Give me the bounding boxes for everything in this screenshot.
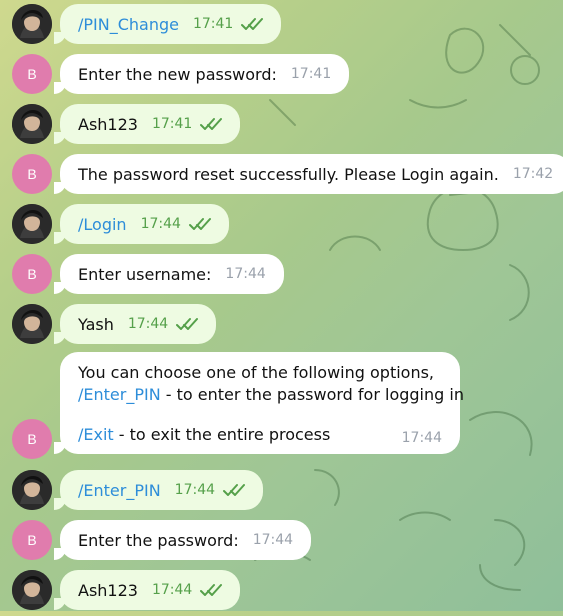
message-time: 17:44 bbox=[151, 582, 193, 598]
message-bubble: Yash 17:44 bbox=[53, 304, 217, 344]
message-meta: 17:44 bbox=[127, 316, 199, 332]
message-time: 17:44 bbox=[225, 266, 266, 282]
user-avatar-image bbox=[12, 304, 52, 344]
user-avatar-image bbox=[12, 570, 52, 610]
message-meta: 17:44 bbox=[253, 532, 293, 548]
bot-avatar[interactable]: B bbox=[12, 54, 52, 94]
message-time: 17:44 bbox=[127, 316, 169, 332]
double-check-icon bbox=[200, 118, 223, 130]
bot-avatar-letter: B bbox=[27, 66, 37, 82]
message-meta: 17:44 bbox=[174, 482, 246, 498]
message-option-line: /Enter_PIN - to enter the password for l… bbox=[78, 384, 464, 406]
message-text: Enter the new password: bbox=[78, 64, 277, 84]
double-check-icon bbox=[241, 18, 264, 30]
message-text: You can choose one of the following opti… bbox=[78, 363, 435, 382]
message-time: 17:44 bbox=[252, 532, 294, 548]
message-text: Enter username: bbox=[78, 264, 212, 284]
double-check-icon bbox=[200, 584, 223, 596]
message-bubble: You can choose one of the following opti… bbox=[54, 352, 464, 454]
bot-avatar[interactable]: B bbox=[12, 154, 52, 194]
chat-history: /PIN_Change 17:41 B Enter the new passwo… bbox=[0, 0, 563, 611]
message-text: Yash bbox=[78, 314, 114, 334]
message-time: 17:41 bbox=[151, 116, 193, 132]
message-meta: 17:44 bbox=[402, 430, 442, 446]
message-bubble: /Enter_PIN 17:44 bbox=[53, 470, 264, 510]
double-check-icon bbox=[223, 484, 246, 496]
message-time: 17:42 bbox=[512, 166, 554, 182]
message-text: Enter the password: bbox=[78, 530, 239, 550]
message-meta: 17:41 bbox=[151, 116, 223, 132]
message-option-line: /Exit - to exit the entire process bbox=[78, 424, 442, 446]
message-time: 17:44 bbox=[401, 430, 442, 446]
message-meta: 17:44 bbox=[141, 216, 211, 232]
message-meta: 17:41 bbox=[192, 16, 264, 32]
message-bubble: Ash123 17:44 bbox=[53, 570, 241, 610]
message-bubble: /PIN_Change 17:41 bbox=[53, 4, 282, 44]
user-avatar-image bbox=[12, 470, 52, 510]
bot-avatar-letter: B bbox=[27, 532, 37, 548]
message-text-command[interactable]: /PIN_Change bbox=[78, 15, 179, 34]
message-time: 17:44 bbox=[140, 216, 181, 232]
message-time: 17:44 bbox=[174, 482, 216, 498]
message-meta: 17:41 bbox=[291, 66, 331, 82]
message-text-command[interactable]: /Enter_PIN bbox=[78, 481, 161, 500]
user-avatar-image bbox=[12, 104, 52, 144]
bot-avatar[interactable]: B bbox=[12, 520, 52, 560]
message-text: Ash123 bbox=[78, 114, 138, 134]
message-time: 17:41 bbox=[192, 16, 234, 32]
double-check-icon bbox=[188, 218, 211, 230]
message-bubble: Enter the new password: 17:41 bbox=[53, 54, 350, 94]
bot-avatar-letter: B bbox=[27, 266, 37, 282]
message-option-text: - to enter the password for logging in bbox=[160, 385, 464, 404]
bot-avatar-letter: B bbox=[27, 431, 37, 447]
user-avatar[interactable] bbox=[12, 304, 52, 344]
message-bubble: Enter the password: 17:44 bbox=[53, 520, 312, 560]
double-check-icon bbox=[176, 318, 199, 330]
message-time: 17:41 bbox=[290, 66, 332, 82]
user-avatar[interactable] bbox=[12, 570, 52, 610]
bot-avatar[interactable]: B bbox=[12, 254, 52, 294]
user-avatar[interactable] bbox=[12, 104, 52, 144]
user-avatar-image bbox=[12, 4, 52, 44]
user-avatar[interactable] bbox=[12, 470, 52, 510]
user-avatar[interactable] bbox=[12, 4, 52, 44]
message-meta: 17:44 bbox=[151, 582, 223, 598]
user-avatar[interactable] bbox=[12, 204, 52, 244]
bot-avatar[interactable]: B bbox=[12, 419, 52, 459]
message-bubble: Ash123 17:41 bbox=[53, 104, 241, 144]
message-text-command[interactable]: /Login bbox=[78, 215, 127, 234]
message-option-text: - to exit the entire process bbox=[113, 425, 331, 444]
message-bubble: Enter username: 17:44 bbox=[54, 254, 284, 294]
message-bubble: /Login 17:44 bbox=[54, 204, 229, 244]
message-bubble: The password reset successfully. Please … bbox=[53, 154, 563, 194]
message-meta: 17:42 bbox=[513, 166, 553, 182]
message-command-enter-pin[interactable]: /Enter_PIN bbox=[78, 385, 161, 404]
message-command-exit[interactable]: /Exit bbox=[78, 425, 114, 444]
message-meta: 17:44 bbox=[225, 266, 265, 282]
bot-avatar-letter: B bbox=[27, 166, 37, 182]
message-text: Ash123 bbox=[78, 580, 138, 600]
message-text: The password reset successfully. Please … bbox=[78, 164, 499, 184]
user-avatar-image bbox=[12, 204, 52, 244]
